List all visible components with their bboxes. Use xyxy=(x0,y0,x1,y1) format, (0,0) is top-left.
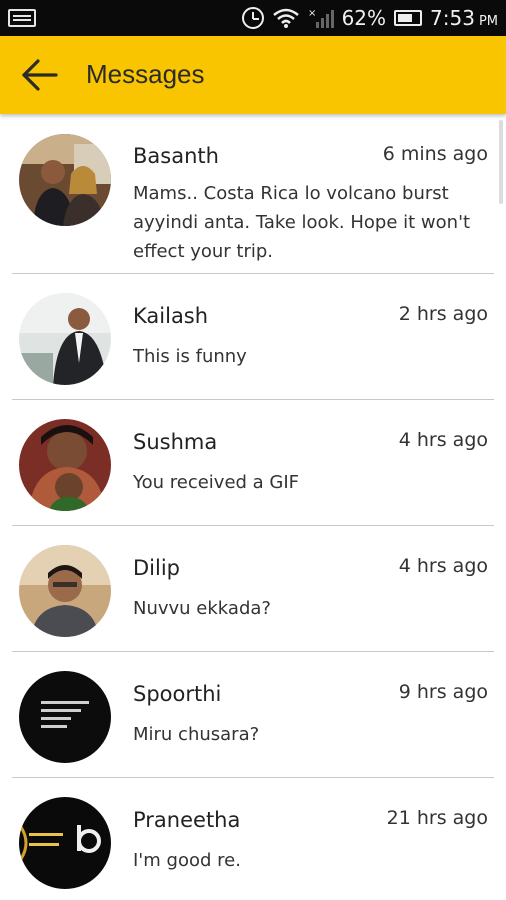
avatar xyxy=(19,134,111,226)
signal-icon: × xyxy=(308,8,334,28)
contact-name: Dilip xyxy=(133,556,181,580)
avatar xyxy=(19,797,111,889)
message-time: 4 hrs ago xyxy=(398,555,488,577)
arrow-left-icon xyxy=(22,59,58,91)
app-bar: Messages xyxy=(0,36,506,114)
conversation-row[interactable]: Basanth 6 mins ago Mams.. Costa Rica lo … xyxy=(12,114,494,274)
message-preview: I'm good re. xyxy=(133,850,241,871)
back-button[interactable] xyxy=(18,53,62,97)
contact-name: Spoorthi xyxy=(133,682,222,706)
status-bar: × 62% 7:53 PM xyxy=(0,0,506,36)
conversation-list[interactable]: Basanth 6 mins ago Mams.. Costa Rica lo … xyxy=(0,114,506,900)
avatar xyxy=(19,671,111,763)
conversation-row[interactable]: Dilip 4 hrs ago Nuvvu ekkada? xyxy=(12,526,494,652)
message-preview: You received a GIF xyxy=(133,472,300,493)
battery-icon xyxy=(394,10,423,26)
message-preview: Nuvvu ekkada? xyxy=(133,598,271,619)
page-title: Messages xyxy=(86,59,205,89)
contact-name: Praneetha xyxy=(133,808,241,832)
contact-name: Sushma xyxy=(133,430,218,454)
avatar xyxy=(19,419,111,511)
message-time: 6 mins ago xyxy=(382,143,488,165)
svg-text:×: × xyxy=(308,8,316,19)
contact-name: Kailash xyxy=(133,304,209,328)
notification-icon xyxy=(8,9,36,27)
wifi-icon xyxy=(272,8,299,28)
message-time: 9 hrs ago xyxy=(398,681,488,703)
message-time: 21 hrs ago xyxy=(386,807,488,829)
clock-ampm: PM xyxy=(478,13,498,29)
avatar xyxy=(19,545,111,637)
message-preview: This is funny xyxy=(133,346,247,367)
avatar xyxy=(19,293,111,385)
clock-time: 7:53 xyxy=(430,6,475,30)
status-icons: × 62% 7:53 PM xyxy=(241,0,498,36)
conversation-row[interactable]: Kailash 2 hrs ago This is funny xyxy=(12,274,494,400)
contact-name: Basanth xyxy=(133,144,219,168)
message-time: 2 hrs ago xyxy=(398,303,488,325)
conversation-row[interactable]: Sushma 4 hrs ago You received a GIF xyxy=(12,400,494,526)
scrollbar[interactable] xyxy=(499,120,503,204)
conversation-row[interactable]: Spoorthi 9 hrs ago Miru chusara? xyxy=(12,652,494,778)
battery-percent: 62% xyxy=(341,6,387,30)
message-preview: Mams.. Costa Rica lo volcano burst ayyin… xyxy=(133,183,471,262)
message-preview: Miru chusara? xyxy=(133,724,260,745)
conversation-row[interactable]: Praneetha 21 hrs ago I'm good re. xyxy=(12,778,494,900)
message-time: 4 hrs ago xyxy=(398,429,488,451)
alarm-icon xyxy=(241,7,264,29)
